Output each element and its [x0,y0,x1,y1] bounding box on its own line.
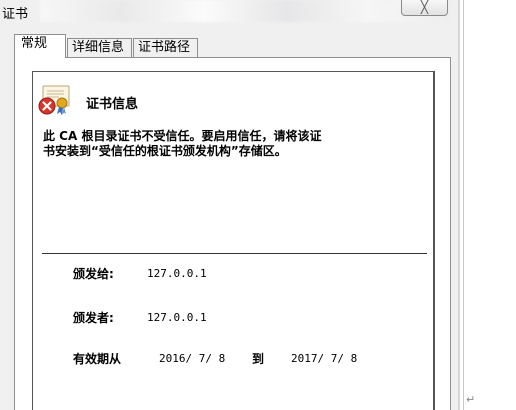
certificate-error-icon [38,85,70,115]
trust-warning-line: 书安装到“受信任的根证书颁发机构”存储区。 [43,144,287,158]
valid-to-label: 到 [252,352,265,366]
trust-warning-line: 此 CA 根目录证书不受信任。要启用信任，请将该证 [43,129,322,143]
close-icon: ╳ [420,0,429,14]
tab-details[interactable]: 详细信息 [67,38,132,57]
close-button[interactable]: ╳ [401,0,448,16]
general-tab-panel: 证书信息 此 CA 根目录证书不受信任。要启用信任，请将该证 书安装到“受信任的… [14,57,451,410]
issued-by-value: 127.0.0.1 [147,311,207,324]
issued-by-label: 颁发者: [73,311,114,325]
valid-from-label: 有效期从 [73,352,122,366]
trust-warning-message: 此 CA 根目录证书不受信任。要启用信任，请将该证 书安装到“受信任的根证书颁发… [43,129,423,159]
screenshot-stage: 证书 ╳ 常规 详细信息 证书路径 证书信息 此 CA 根目录证书不受信任。要启… [0,0,516,410]
valid-from-value: 2016/ 7/ 8 [159,352,226,365]
issued-to-label: 颁发给: [73,267,114,281]
certificate-info-heading: 证书信息 [86,97,139,112]
tab-certification-path[interactable]: 证书路径 [133,38,198,57]
window-right-border [458,0,460,410]
certificate-info-box: 证书信息 此 CA 根目录证书不受信任。要启用信任，请将该证 书安装到“受信任的… [32,71,435,410]
certificate-dialog: 证书 ╳ 常规 详细信息 证书路径 证书信息 此 CA 根目录证书不受信任。要启… [0,0,458,410]
valid-to-value: 2017/ 7/ 8 [291,352,358,365]
tab-general[interactable]: 常规 [14,34,66,58]
window-title: 证书 [2,7,29,22]
title-bar: 证书 ╳ [0,0,458,26]
window-right-border [463,0,464,410]
section-divider [42,253,427,254]
issued-to-value: 127.0.0.1 [147,267,207,280]
paragraph-mark-icon: ↵ [466,393,476,406]
